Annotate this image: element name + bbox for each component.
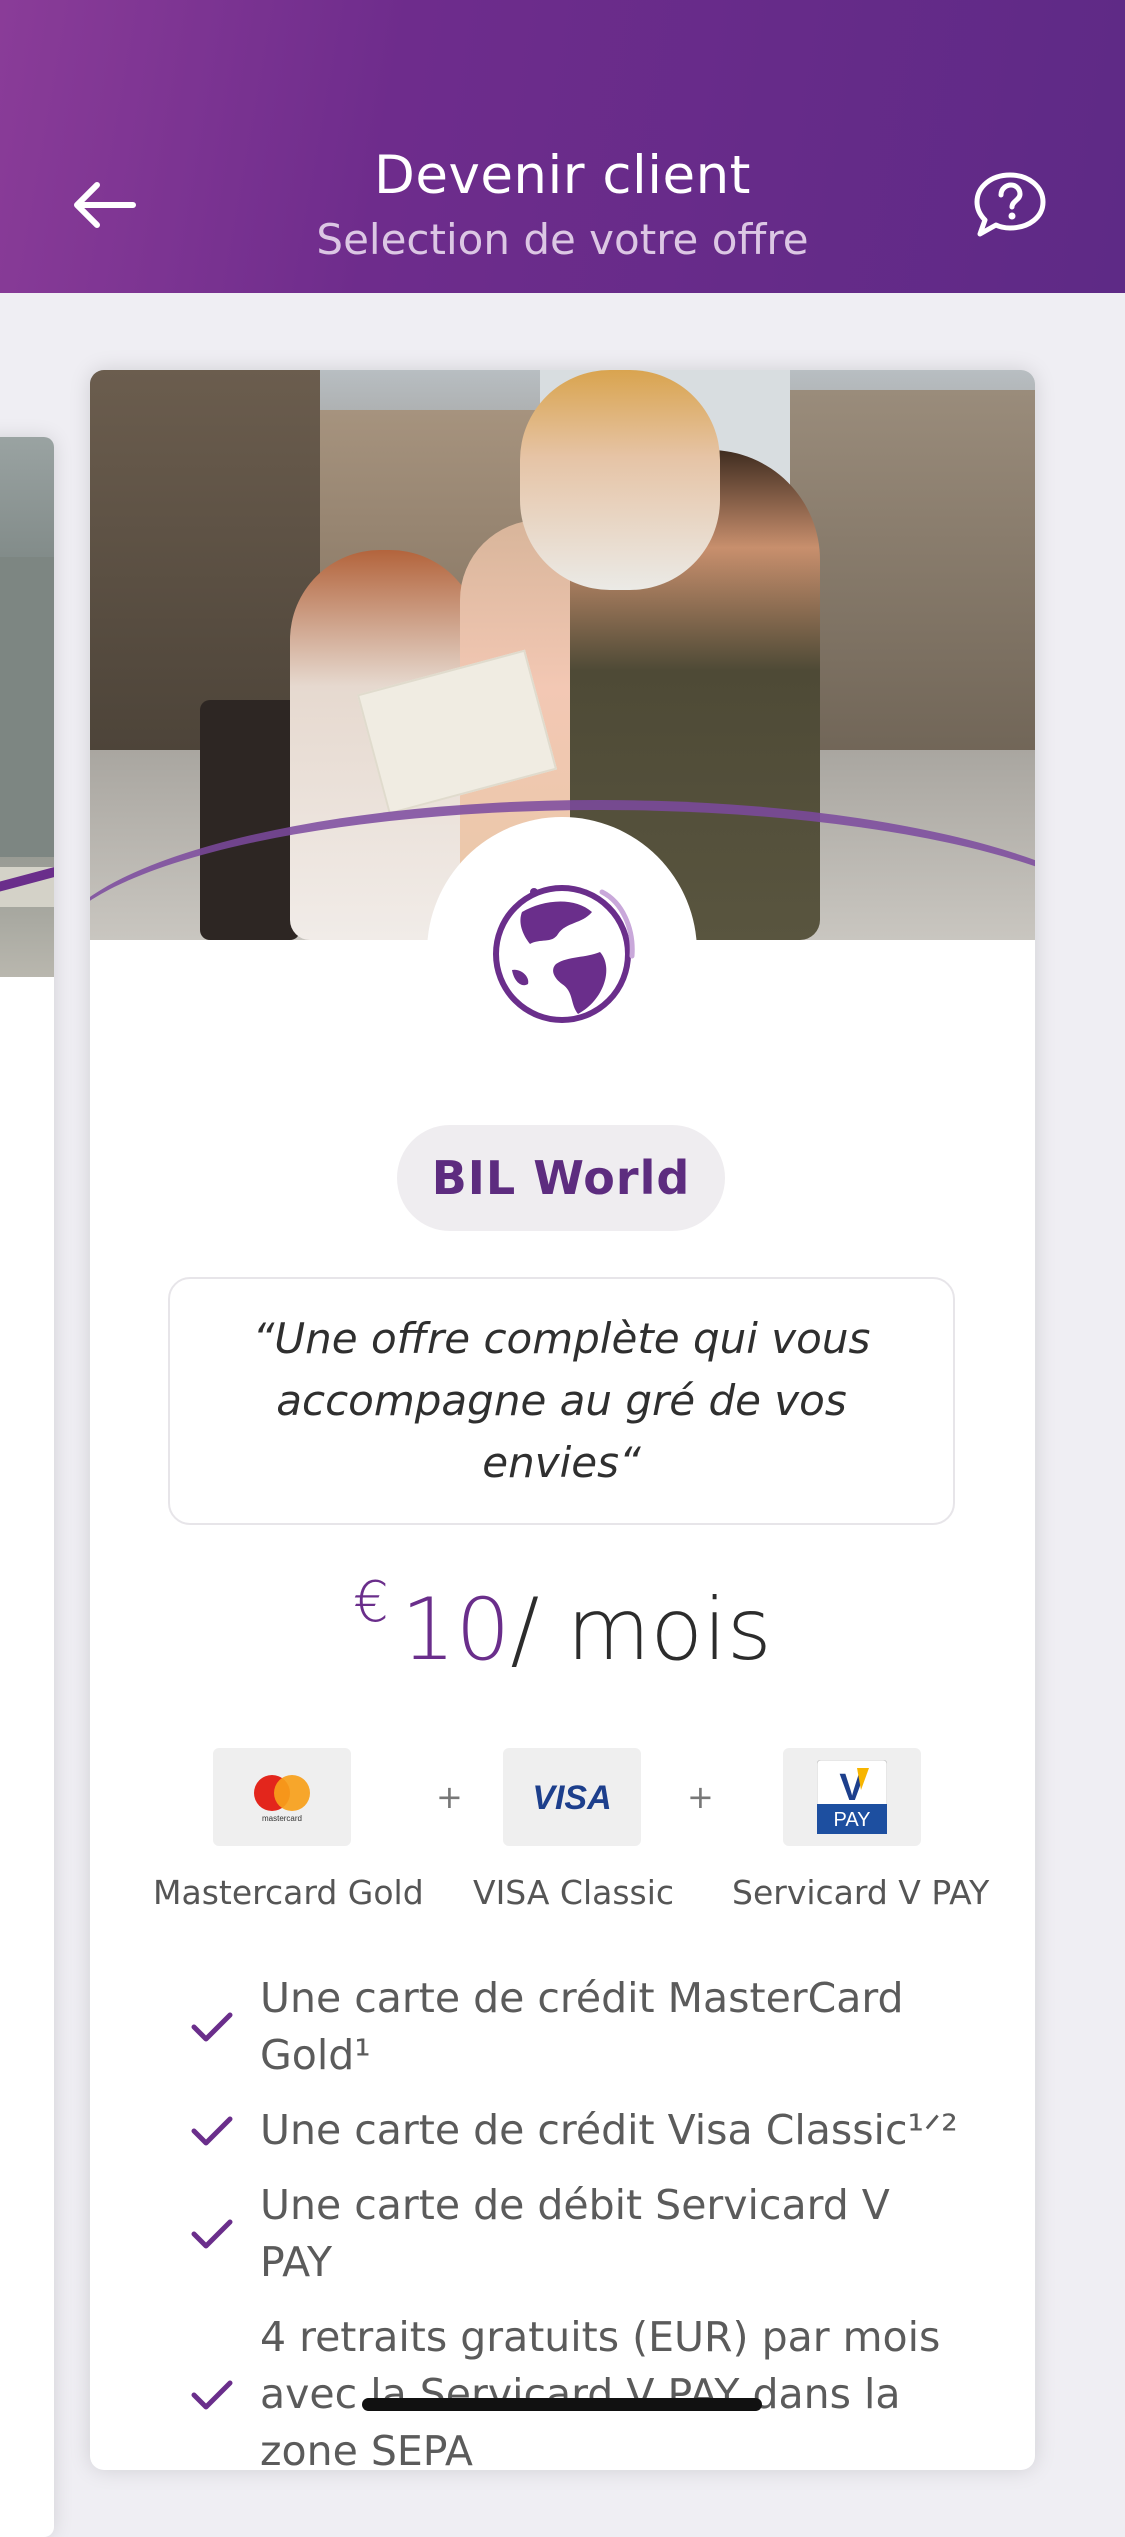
help-button[interactable] (965, 165, 1055, 245)
card-label-visa: VISA Classic (473, 1873, 675, 1912)
check-icon (191, 2116, 233, 2145)
offer-price: €10/ mois (90, 1570, 1035, 1680)
check-icon (191, 2380, 233, 2409)
vpay-logo-icon: V PAY (783, 1748, 921, 1846)
previous-offer-photo (0, 437, 54, 977)
globe-icon (493, 885, 635, 1023)
price-currency: € (353, 1570, 389, 1635)
svg-text:PAY: PAY (833, 1809, 870, 1831)
price-amount: 10 (400, 1580, 511, 1680)
offer-badge (427, 817, 697, 1087)
feature-list: Une carte de crédit MasterCard Gold¹ Une… (190, 1970, 970, 2470)
list-item: Une carte de crédit Visa Classic¹ᐟ² (190, 2102, 970, 2159)
offer-card[interactable]: BIL World “Une offre complète qui vous a… (90, 370, 1035, 2470)
plus-sign: + (687, 1778, 714, 1816)
home-indicator[interactable] (362, 2398, 762, 2411)
previous-offer-card[interactable] (0, 437, 54, 2537)
price-period: / mois (510, 1580, 772, 1680)
list-item: 4 retraits gratuits (EUR) par mois avec … (190, 2309, 970, 2470)
help-chat-icon (974, 172, 1046, 237)
feature-text: 4 retraits gratuits (EUR) par mois avec … (260, 2313, 941, 2470)
svg-text:VISA: VISA (532, 1779, 611, 1817)
visa-logo-icon: VISA (503, 1748, 641, 1846)
check-icon (191, 2012, 233, 2042)
feature-text: Une carte de crédit MasterCard Gold¹ (260, 1974, 904, 2079)
list-item: Une carte de débit Servicard V PAY (190, 2177, 970, 2291)
feature-text: Une carte de crédit Visa Classic¹ᐟ² (260, 2106, 958, 2154)
list-item: Une carte de crédit MasterCard Gold¹ (190, 1970, 970, 2084)
offer-quote: “Une offre complète qui vous accompagne … (168, 1277, 955, 1525)
mastercard-logo-icon: mastercard (213, 1748, 351, 1846)
offer-name-badge: BIL World (397, 1125, 725, 1231)
feature-text: Une carte de débit Servicard V PAY (260, 2181, 890, 2286)
page-title: Devenir client (374, 145, 751, 206)
svg-text:mastercard: mastercard (262, 1814, 302, 1823)
plus-sign: + (436, 1778, 463, 1816)
check-icon (191, 2219, 233, 2249)
app-header: Devenir client Selection de votre offre (0, 0, 1125, 293)
card-label-mastercard: Mastercard Gold (153, 1873, 424, 1912)
page-subtitle: Selection de votre offre (316, 215, 809, 264)
included-cards: mastercard Mastercard Gold + VISA VISA C… (90, 1748, 1035, 1948)
card-label-vpay: Servicard V PAY (732, 1873, 990, 1912)
